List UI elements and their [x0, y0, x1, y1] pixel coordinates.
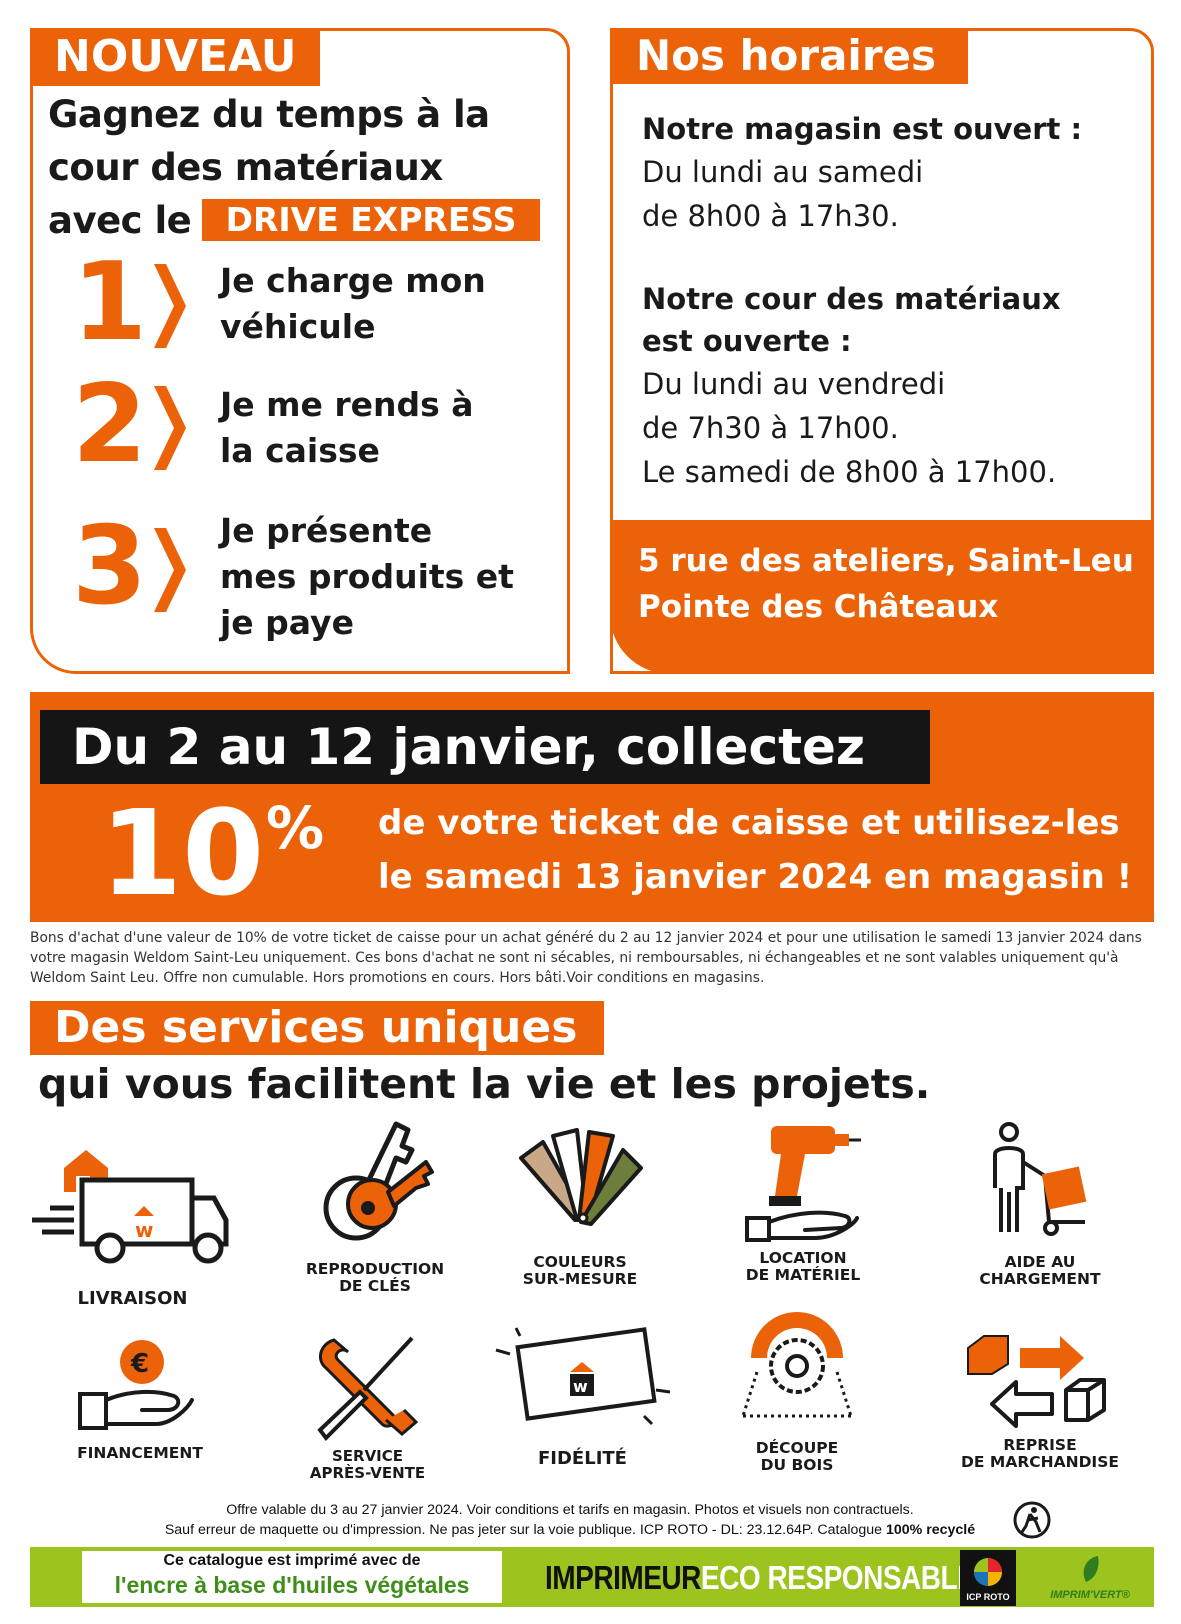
- icp-roto-logo: ICP ROTO: [960, 1550, 1016, 1606]
- drive-express-badge: DRIVE EXPRESS: [202, 199, 540, 241]
- service-label-loyalty: FIDÉLITÉ: [538, 1448, 627, 1469]
- service-label-rental: LOCATION DE MATÉRIEL: [745, 1249, 861, 1284]
- store-hours-time: de 8h00 à 17h30.: [642, 199, 899, 233]
- svg-text:w: w: [573, 1377, 588, 1396]
- promo-text: de votre ticket de caisse et utilisez-le…: [378, 796, 1148, 904]
- step-1-line1: Je charge mon: [220, 261, 486, 300]
- drive-title-line1: Gagnez du temps à la: [48, 93, 490, 136]
- keys-icon: [323, 1121, 434, 1241]
- color-swatch-icon: [519, 1128, 643, 1226]
- services-tag: Des services uniques: [30, 1001, 604, 1055]
- step-1-line2: véhicule: [220, 307, 376, 346]
- step-3-line3: je paye: [220, 603, 354, 642]
- ink-notice-line1: Ce catalogue est imprimé avec de: [163, 1552, 421, 1569]
- promo-fine-print: Bons d'achat d'une valeur de 10% de votr…: [30, 930, 1142, 986]
- svg-text:w: w: [135, 1218, 153, 1242]
- store-hours-heading: Notre magasin est ouvert :: [642, 112, 1083, 146]
- vegetable-ink-notice: Ce catalogue est imprimé avec de l'encre…: [82, 1551, 502, 1603]
- service-label-delivery: LIVRAISON: [77, 1288, 188, 1309]
- service-label-financing: FINANCEMENT: [77, 1444, 203, 1462]
- footer-legal: Offre valable du 3 au 27 janvier 2024. V…: [120, 1500, 1020, 1540]
- service-label-returns: REPRISE DE MARCHANDISE: [961, 1436, 1119, 1471]
- promo-text-line2: le samedi 13 janvier 2024 en magasin !: [378, 857, 1133, 897]
- promo-text-line1: de votre ticket de caisse et utilisez-le…: [378, 803, 1120, 843]
- eco-printer-label: IMPRIMEURECO RESPONSABLE: [545, 1559, 976, 1596]
- yard-hours-heading-1: Notre cour des matériaux: [642, 282, 1061, 316]
- drill-rental-icon: [745, 1126, 861, 1242]
- step-2-line1: Je me rends à: [220, 385, 474, 424]
- chevron-right-icon: [154, 386, 186, 470]
- chevron-right-icon: [154, 264, 186, 348]
- yard-hours-heading-2: est ouverte :: [642, 324, 852, 358]
- address-line2: Pointe des Châteaux: [638, 589, 999, 625]
- drive-title-line2: cour des matériaux: [48, 146, 443, 189]
- address-line1: 5 rue des ateliers, Saint-Leu: [638, 543, 1134, 579]
- footer-legal-line1: Offre valable du 3 au 27 janvier 2024. V…: [226, 1502, 914, 1518]
- service-label-wood-cutting: DÉCOUPE DU BOIS: [755, 1439, 839, 1474]
- service-label-keys: REPRODUCTION DE CLÉS: [305, 1260, 445, 1295]
- promo-percent-sign: %: [266, 794, 325, 862]
- hours-tag: Nos horaires: [610, 28, 968, 84]
- store-address: 5 rue des ateliers, Saint-Leu Pointe des…: [610, 520, 1154, 674]
- icp-roto-logo-text: ICP ROTO: [966, 1592, 1009, 1602]
- store-hours-days: Du lundi au samedi: [642, 155, 924, 189]
- step-3-line2: mes produits et: [220, 557, 514, 596]
- yard-hours: Notre cour des matériaux est ouverte : D…: [642, 278, 1152, 494]
- service-label-colors: COULEURS SUR-MESURE: [522, 1253, 638, 1288]
- step-text-1: Je charge mon véhicule: [220, 258, 540, 350]
- delivery-truck-icon: w: [32, 1150, 229, 1264]
- nouveau-tag: NOUVEAU: [30, 28, 320, 86]
- recycle-icon: [1013, 1501, 1051, 1539]
- ink-notice-line2: l'encre à base d'huiles végétales: [114, 1572, 470, 1598]
- promo-headline: Du 2 au 12 janvier, collectez: [40, 710, 930, 784]
- step-3-line1: Je présente: [220, 511, 433, 550]
- service-label-after-sales: SERVICE APRÈS-VENTE: [309, 1447, 426, 1482]
- yard-hours-days: Du lundi au vendredi: [642, 367, 946, 401]
- imprimvert-logo-text: IMPRIM'VERT®: [1050, 1589, 1130, 1601]
- euro-hand-icon: €: [78, 1340, 194, 1430]
- leaf-icon: IMPRIM'VERT®: [1050, 1556, 1131, 1601]
- loyalty-card-icon: w: [495, 1327, 671, 1426]
- chevron-right-icon: [154, 528, 186, 612]
- yard-hours-time: de 7h30 à 17h00.: [642, 411, 899, 445]
- loading-help-icon: [993, 1122, 1087, 1236]
- icp-roto-emblem-icon: ICP ROTO: [966, 1558, 1010, 1602]
- saw-blade-icon: [741, 1312, 853, 1418]
- svg-text:€: €: [130, 1349, 149, 1379]
- footer-legal-line2: Sauf erreur de maquette ou d'impression.…: [164, 1522, 976, 1538]
- step-text-3: Je présente mes produits et je paye: [220, 508, 540, 646]
- services-subtitle: qui vous facilitent la vie et les projet…: [38, 1060, 931, 1108]
- step-2-line2: la caisse: [220, 431, 380, 470]
- imprimvert-logo: IMPRIM'VERT®: [1040, 1554, 1140, 1604]
- step-text-2: Je me rends à la caisse: [220, 382, 540, 474]
- yard-hours-saturday: Le samedi de 8h00 à 17h00.: [642, 455, 1057, 489]
- store-hours: Notre magasin est ouvert : Du lundi au s…: [642, 108, 1142, 238]
- tools-icon: [317, 1336, 419, 1442]
- service-label-loading: AIDE AU CHARGEMENT: [979, 1253, 1101, 1288]
- return-goods-icon: [967, 1335, 1106, 1428]
